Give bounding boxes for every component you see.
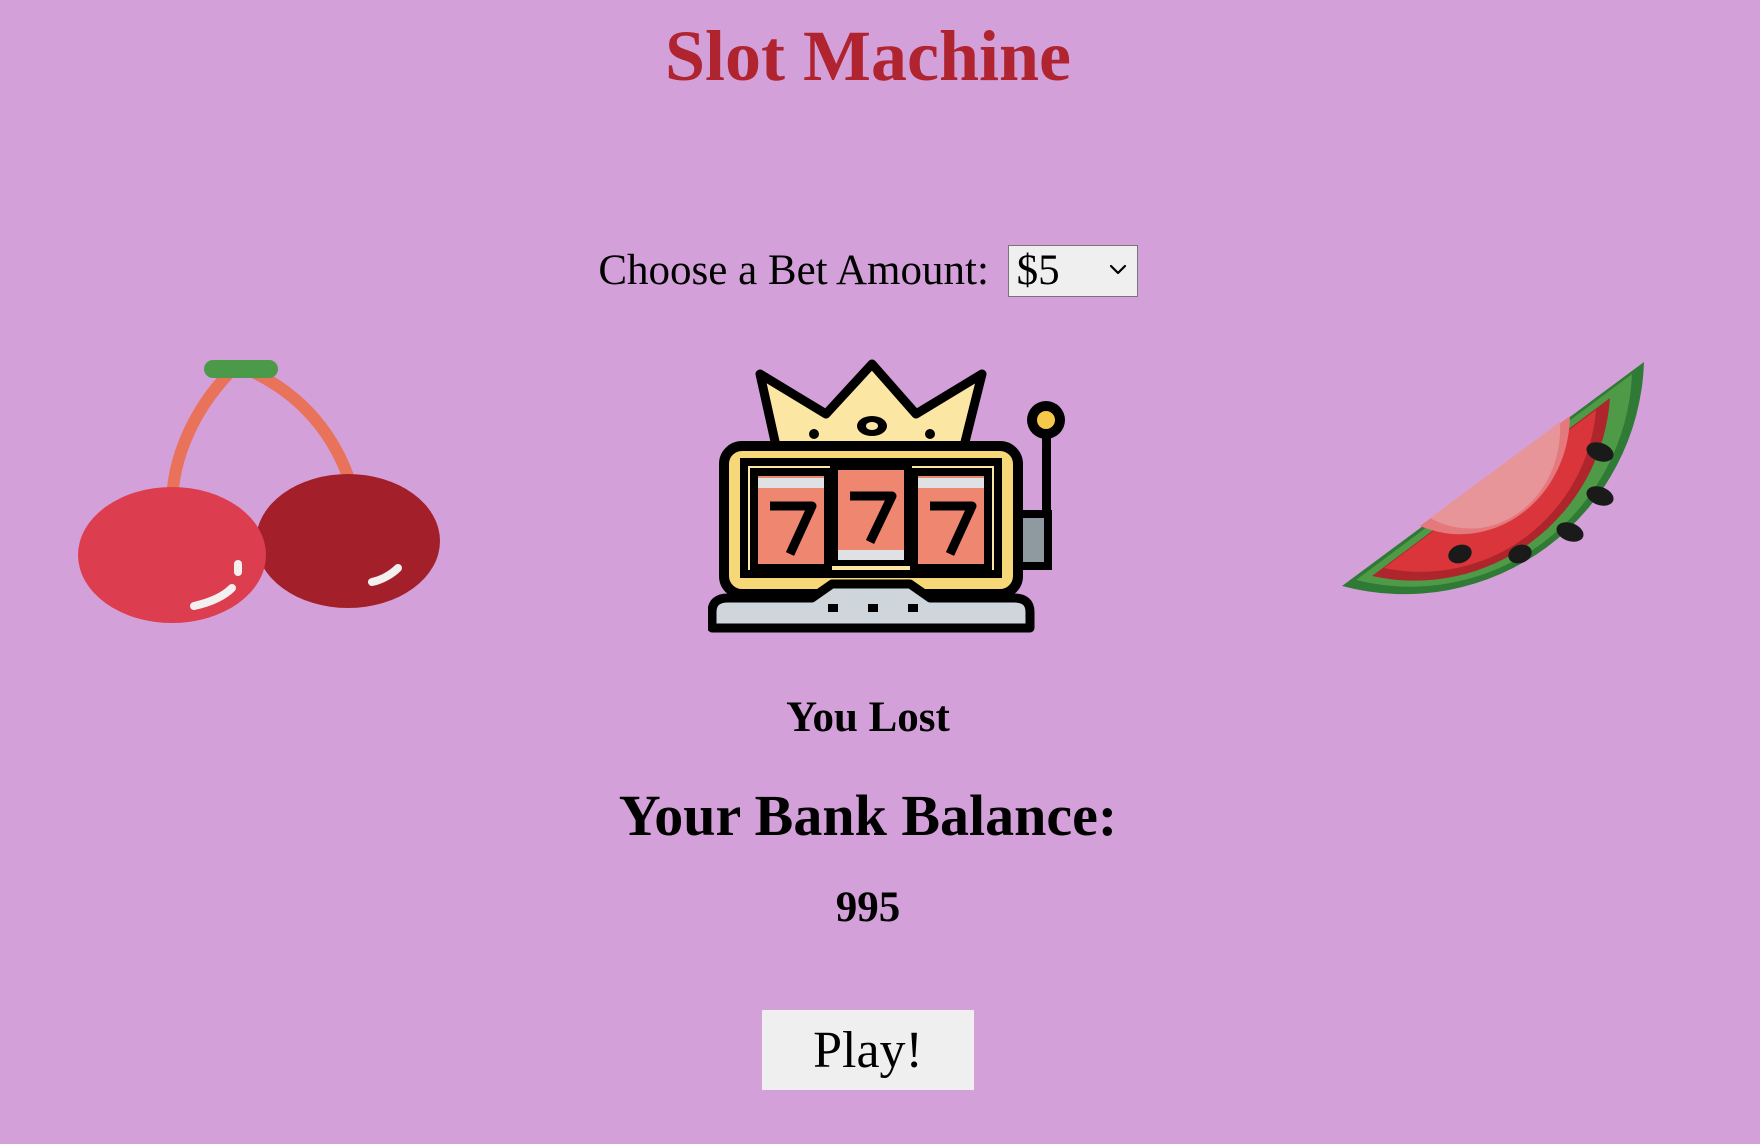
bank-balance-heading: Your Bank Balance: xyxy=(618,783,1118,848)
page-title: Slot Machine xyxy=(665,16,1071,96)
bet-amount-selected-value: $5 xyxy=(1016,247,1060,295)
watermelon-icon xyxy=(1342,362,1644,595)
result-message: You Lost xyxy=(786,694,950,741)
cherries-icon xyxy=(78,360,440,623)
slot-machine-777-icon xyxy=(708,359,1065,633)
bet-amount-select[interactable]: $5 xyxy=(1007,245,1138,298)
bet-row: Choose a Bet Amount: $5 xyxy=(0,240,1736,300)
chevron-down-icon xyxy=(1109,265,1126,275)
bet-amount-label: Choose a Bet Amount: xyxy=(598,247,989,295)
play-button[interactable]: Play! xyxy=(762,1010,974,1090)
bank-balance-value: 995 xyxy=(835,884,901,931)
